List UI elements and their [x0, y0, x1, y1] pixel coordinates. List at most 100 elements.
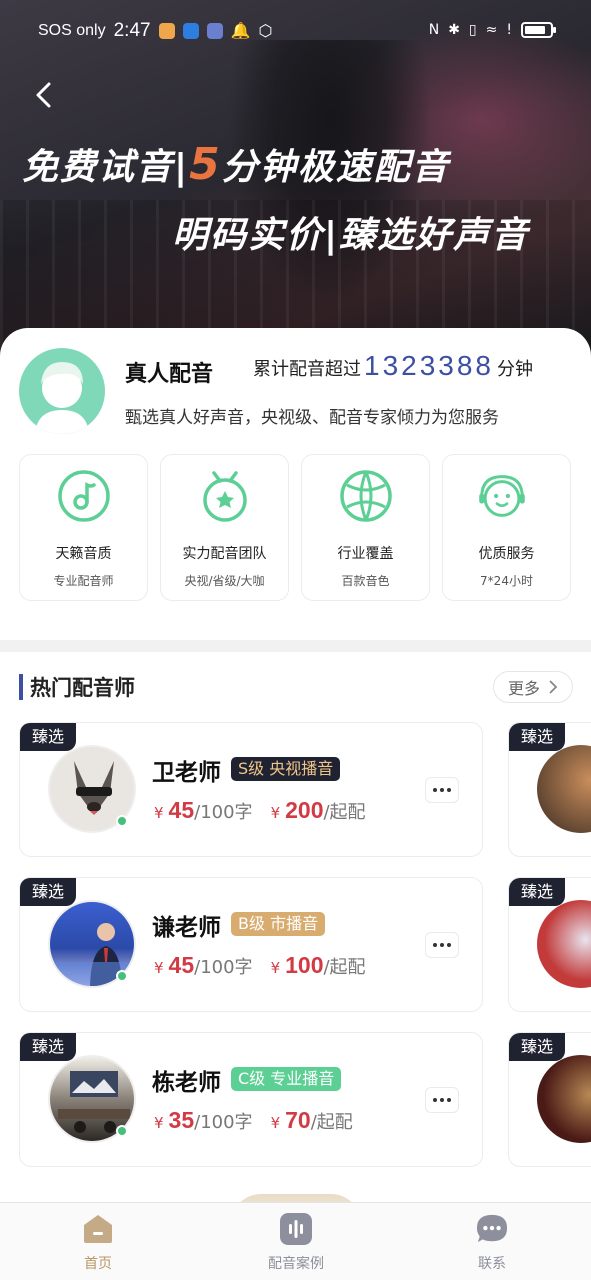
more-label: 更多 — [507, 679, 540, 698]
wifi-icon: ≈ — [485, 22, 498, 38]
shield-icon — [182, 23, 199, 39]
currency-symbol: ¥ — [270, 804, 281, 822]
bluetooth-icon: ✱ — [448, 22, 460, 38]
bottom-nav: 首页 配音案例 联系 — [0, 1202, 591, 1280]
medal-icon — [203, 471, 247, 522]
level-badge: B级 市播音 — [231, 912, 326, 936]
currency-symbol: ¥ — [154, 1114, 164, 1132]
price-unit: /100字 — [194, 802, 253, 823]
intro-card: 真人配音 累计配音超过 1323388 分钟 甄选真人好声音，央视级、配音专家倾… — [0, 328, 591, 640]
level-badge: C级 专业播音 — [231, 1067, 342, 1091]
online-indicator — [116, 815, 128, 827]
more-button[interactable]: 更多 — [493, 671, 573, 703]
voice-actor-card-peek[interactable]: 臻选 — [508, 1032, 591, 1167]
feature-subtitle: 百款音色 — [341, 574, 390, 588]
tab-label: 首页 — [84, 1256, 112, 1272]
tab-label: 配音案例 — [268, 1256, 324, 1272]
hero-headline-number: 5 — [189, 139, 222, 190]
nfc-icon: N — [428, 22, 440, 38]
price-unit: /起配 — [323, 957, 366, 978]
minimum-price: ¥ 100 /起配 — [271, 952, 366, 979]
price-amount: 70 — [285, 1107, 311, 1133]
voice-actor-name: 栋老师 — [152, 1070, 221, 1096]
section-title: 热门配音师 — [30, 676, 135, 700]
level-badge: S级 央视播音 — [231, 757, 341, 781]
tab-contact[interactable]: 联系 — [432, 1213, 552, 1273]
chevron-right-icon — [549, 680, 558, 694]
rate-price: ¥ 45 /100字 — [154, 952, 253, 979]
voice-actor-card-peek[interactable]: 臻选 — [508, 877, 591, 1012]
headset-smile-icon — [479, 475, 525, 517]
avatar — [537, 1055, 591, 1143]
pick-badge: 臻选 — [20, 1033, 76, 1061]
feature-card-quality[interactable]: 天籁音质 专业配音师 — [19, 454, 148, 601]
more-options-button[interactable] — [425, 932, 459, 958]
carrier-text: SOS only — [38, 22, 106, 39]
currency-symbol: ¥ — [154, 959, 164, 977]
bell-icon: 🔔 — [230, 23, 251, 40]
online-indicator — [116, 1125, 128, 1137]
feature-title: 优质服务 — [478, 546, 535, 562]
feature-card-coverage[interactable]: 行业覆盖 百款音色 — [301, 454, 430, 601]
app-notification-icon — [158, 23, 175, 39]
back-arrow-icon[interactable] — [30, 80, 60, 110]
price-amount: 200 — [285, 797, 324, 823]
hero-headline-1b: 分钟极速配音 — [221, 147, 450, 188]
tab-home[interactable]: 首页 — [38, 1213, 158, 1273]
vibrate-icon: ▯ — [468, 22, 477, 38]
price-unit: /100字 — [194, 957, 253, 978]
status-bar: SOS only 2:47 🔔 ⬡ N ✱ ▯ ≈ ! — [0, 0, 591, 66]
avatar — [537, 745, 591, 833]
voice-actor-card[interactable]: 臻选 谦老师 B级 市播音 ¥ 45 /100字 ¥ 100 /起配 — [19, 877, 483, 1012]
minimum-price: ¥ 200 /起配 — [271, 797, 366, 824]
audio-wave-icon — [280, 1213, 312, 1245]
price-amount: 35 — [168, 1107, 195, 1133]
basketball-icon — [340, 470, 392, 522]
tab-label: 联系 — [478, 1256, 506, 1272]
count-label: 累计配音超过 — [253, 359, 361, 380]
rate-price: ¥ 45 /100字 — [154, 797, 253, 824]
price-unit: /起配 — [310, 1112, 353, 1133]
price-row: ¥ 45 /100字 ¥ 100 /起配 — [154, 952, 366, 979]
avatar — [537, 900, 591, 988]
price-amount: 100 — [285, 952, 324, 978]
online-indicator — [116, 970, 128, 982]
minimum-price: ¥ 70 /起配 — [271, 1107, 353, 1134]
price-amount: 45 — [168, 952, 195, 978]
music-note-icon — [58, 470, 110, 522]
count-value: 1323388 — [364, 350, 495, 381]
section-accent-bar — [19, 674, 23, 700]
battery-icon — [521, 22, 556, 38]
feature-title: 天籁音质 — [55, 546, 112, 562]
tab-cases[interactable]: 配音案例 — [236, 1213, 356, 1273]
voice-actor-name: 谦老师 — [152, 915, 221, 941]
pick-badge: 臻选 — [20, 723, 76, 751]
cube-icon: ⬡ — [258, 23, 273, 40]
count-unit: 分钟 — [497, 359, 534, 380]
price-unit: /起配 — [323, 802, 366, 823]
more-options-button[interactable] — [425, 777, 459, 803]
feature-card-service[interactable]: 优质服务 7*24小时 — [442, 454, 571, 601]
chat-icon — [476, 1214, 508, 1243]
hot-voice-actors-section: 热门配音师 更多 臻选 卫老师 S级 央视播音 ¥ 45 /100字 ¥ 200… — [0, 652, 591, 1212]
total-minutes: 累计配音超过 1323388 分钟 — [253, 350, 533, 382]
pick-badge: 臻选 — [509, 1033, 565, 1061]
voice-actor-avatar — [19, 348, 105, 434]
price-row: ¥ 45 /100字 ¥ 200 /起配 — [154, 797, 366, 824]
rate-price: ¥ 35 /100字 — [154, 1107, 253, 1134]
voice-actor-name: 卫老师 — [152, 760, 221, 786]
more-options-button[interactable] — [425, 1087, 459, 1113]
clock: 2:47 — [113, 20, 151, 41]
voice-actor-card-peek[interactable]: 臻选 — [508, 722, 591, 857]
currency-symbol: ¥ — [270, 959, 281, 977]
app-notification-icon — [206, 23, 223, 39]
voice-actor-card[interactable]: 臻选 卫老师 S级 央视播音 ¥ 45 /100字 ¥ 200 /起配 — [19, 722, 483, 857]
voice-actor-card[interactable]: 臻选 栋老师 C级 专业播音 ¥ 35 /100字 ¥ 70 /起配 — [19, 1032, 483, 1167]
hero-headline-1a: 免费试音| — [22, 147, 190, 188]
feature-subtitle: 7*24小时 — [480, 574, 533, 588]
price-unit: /100字 — [194, 1112, 253, 1133]
pick-badge: 臻选 — [509, 878, 565, 906]
currency-symbol: ¥ — [270, 1114, 281, 1132]
feature-card-team[interactable]: 实力配音团队 央视/省级/大咖 — [160, 454, 289, 601]
hero-banner: SOS only 2:47 🔔 ⬡ N ✱ ▯ ≈ ! 免费试音|5分钟极速配音… — [0, 0, 591, 360]
